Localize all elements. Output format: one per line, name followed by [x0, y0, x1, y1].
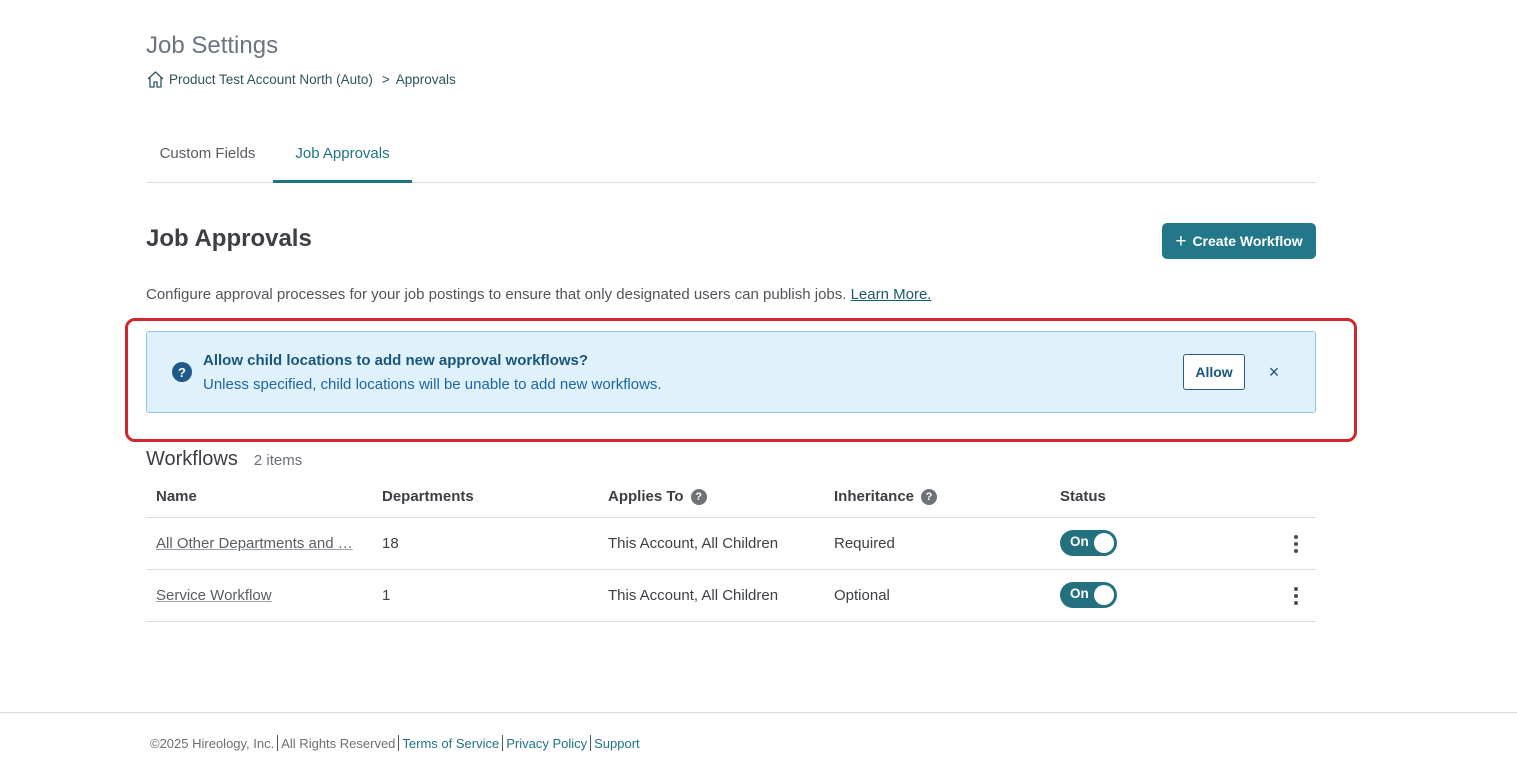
workflow-applies-to: This Account, All Children — [608, 587, 779, 604]
workflow-applies-to: This Account, All Children — [608, 535, 779, 552]
rights-text: All Rights Reserved — [281, 735, 396, 751]
workflow-inheritance: Required — [834, 535, 895, 552]
more-options-icon[interactable] — [1289, 534, 1303, 554]
status-toggle-label: On — [1070, 534, 1089, 549]
create-workflow-button[interactable]: + Create Workflow — [1162, 223, 1316, 259]
workflow-name-link[interactable]: All Other Departments and … — [156, 535, 353, 552]
footer-divider — [398, 735, 400, 751]
column-inheritance-label[interactable]: Inheritance — [834, 488, 914, 505]
breadcrumb-current: Approvals — [395, 72, 456, 87]
toggle-knob — [1094, 533, 1114, 553]
section-title: Job Approvals — [146, 225, 312, 252]
status-toggle[interactable]: On — [1060, 582, 1117, 608]
support-link[interactable]: Support — [594, 736, 640, 751]
home-icon[interactable] — [146, 70, 165, 89]
description-text: Configure approval processes for your jo… — [146, 286, 847, 303]
workflow-name-link[interactable]: Service Workflow — [156, 587, 272, 604]
learn-more-link[interactable]: Learn More. — [851, 286, 932, 303]
page-title: Job Settings — [146, 32, 279, 59]
privacy-link[interactable]: Privacy Policy — [506, 736, 587, 751]
section-description: Configure approval processes for your jo… — [146, 286, 931, 303]
plus-icon: + — [1175, 230, 1187, 252]
column-applies-to-label[interactable]: Applies To — [608, 488, 684, 505]
status-toggle-label: On — [1070, 586, 1089, 601]
workflow-departments: 1 — [382, 587, 391, 604]
table-row: All Other Departments and … 18 This Acco… — [146, 518, 1316, 570]
settings-tabs: Custom Fields Job Approvals — [146, 140, 1316, 183]
tab-custom-fields[interactable]: Custom Fields — [146, 140, 269, 183]
workflows-title: Workflows — [146, 448, 238, 470]
column-name[interactable]: Name — [156, 488, 197, 505]
create-workflow-label: Create Workflow — [1192, 233, 1303, 249]
copyright-text: ©2025 Hireology, Inc. — [150, 735, 275, 751]
footer-divider — [277, 735, 279, 751]
column-applies-to: Applies To ? — [608, 488, 707, 505]
status-toggle[interactable]: On — [1060, 530, 1117, 556]
workflows-header: Workflows 2 items — [146, 448, 302, 471]
column-status[interactable]: Status — [1060, 488, 1106, 505]
column-departments[interactable]: Departments — [382, 488, 474, 505]
more-options-icon[interactable] — [1289, 586, 1303, 606]
column-inheritance: Inheritance ? — [834, 488, 938, 505]
footer-divider — [590, 735, 592, 751]
terms-link[interactable]: Terms of Service — [402, 736, 499, 751]
breadcrumb: Product Test Account North (Auto) > Appr… — [146, 70, 456, 89]
workflow-departments: 18 — [382, 535, 399, 552]
breadcrumb-separator: > — [381, 72, 390, 87]
footer-divider — [502, 735, 504, 751]
workflows-table: Name Departments Applies To ? Inheritanc… — [146, 477, 1316, 622]
help-icon[interactable]: ? — [690, 488, 707, 505]
breadcrumb-account[interactable]: Product Test Account North (Auto) — [169, 72, 373, 87]
highlight-frame — [125, 318, 1357, 442]
footer-links: ©2025 Hireology, Inc. All Rights Reserve… — [150, 735, 640, 751]
workflow-inheritance: Optional — [834, 587, 890, 604]
workflows-count: 2 items — [253, 452, 303, 469]
table-row: Service Workflow 1 This Account, All Chi… — [146, 570, 1316, 622]
footer: ©2025 Hireology, Inc. All Rights Reserve… — [0, 712, 1517, 771]
toggle-knob — [1094, 585, 1114, 605]
table-header: Name Departments Applies To ? Inheritanc… — [146, 477, 1316, 518]
help-icon[interactable]: ? — [921, 488, 938, 505]
tab-job-approvals[interactable]: Job Approvals — [273, 140, 412, 183]
